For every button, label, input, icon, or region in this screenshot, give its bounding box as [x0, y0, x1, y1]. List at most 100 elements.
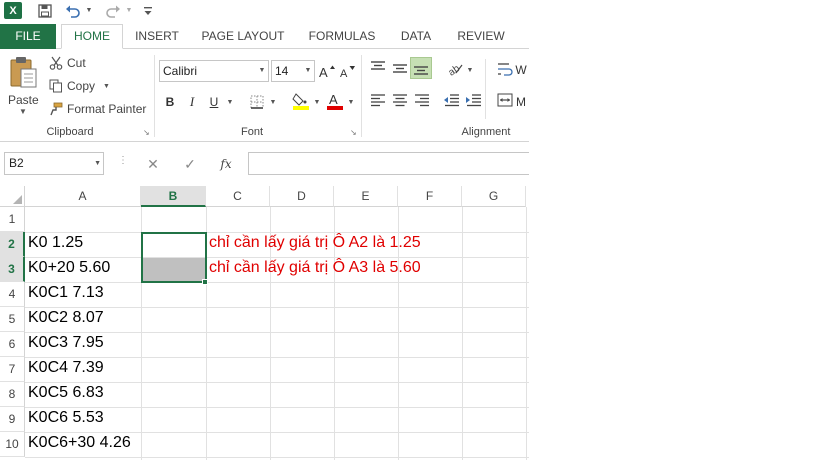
increase-indent-icon[interactable]	[465, 93, 483, 111]
gridline	[25, 332, 529, 333]
cell-a6[interactable]: K0C3 7.95	[25, 334, 104, 352]
decrease-indent-icon[interactable]	[443, 93, 461, 111]
row-header-10[interactable]: 10	[0, 432, 25, 457]
cell-c2[interactable]: chỉ cần lấy giá trị Ô A2 là 1.25	[206, 234, 421, 252]
paste-button[interactable]: Paste	[8, 93, 39, 107]
wrap-text-icon[interactable]	[497, 61, 515, 79]
excel-icon[interactable]: X	[4, 2, 22, 19]
column-header-a[interactable]: A	[25, 186, 141, 207]
tab-file[interactable]: FILE	[0, 24, 56, 49]
gridline	[526, 207, 527, 460]
top-align-icon[interactable]	[369, 59, 387, 77]
orientation-dropdown-icon[interactable]: ▼	[464, 60, 474, 80]
font-color-dropdown-icon[interactable]: ▼	[345, 92, 355, 112]
font-name-dropdown-icon[interactable]: ▼	[256, 61, 268, 81]
grow-font-icon[interactable]: A	[319, 61, 335, 81]
column-header-f[interactable]: F	[398, 186, 462, 207]
cell-a10[interactable]: K0C6+30 4.26	[25, 434, 131, 452]
shrink-font-icon[interactable]: A	[339, 61, 355, 81]
redo-icon[interactable]	[104, 2, 122, 19]
row-header-8[interactable]: 8	[0, 382, 25, 407]
tab-insert[interactable]: INSERT	[130, 25, 184, 49]
cell-a8[interactable]: K0C5 6.83	[25, 384, 104, 402]
paste-dropdown-icon[interactable]: ▼	[19, 107, 27, 116]
customize-icon[interactable]	[142, 2, 154, 19]
orientation-icon[interactable]: ab	[446, 59, 464, 79]
cut-button[interactable]: Cut	[48, 54, 86, 72]
underline-dropdown-icon[interactable]: ▼	[224, 92, 234, 112]
tab-review[interactable]: REVIEW	[451, 25, 511, 49]
name-box[interactable]: B2 ▼	[4, 152, 104, 175]
paste-icon[interactable]	[8, 55, 38, 89]
font-launcher-icon[interactable]: ↘	[350, 129, 358, 137]
tab-home[interactable]: HOME	[61, 24, 123, 49]
font-size-select[interactable]: 14 ▼	[271, 60, 315, 82]
cell-a9[interactable]: K0C6 5.53	[25, 409, 104, 427]
selection-range[interactable]	[141, 232, 207, 283]
font-name-select[interactable]: Calibri ▼	[159, 60, 269, 82]
redo-dropdown-icon[interactable]: ▼	[124, 2, 134, 19]
clipboard-launcher-icon[interactable]: ↘	[143, 129, 151, 137]
gridline	[25, 432, 529, 433]
tab-data[interactable]: DATA	[392, 25, 440, 49]
gridline	[25, 282, 529, 283]
merge-center-icon[interactable]	[497, 93, 515, 111]
align-right-icon[interactable]	[413, 93, 431, 111]
name-box-dropdown-icon[interactable]: ▼	[94, 153, 101, 174]
italic-button[interactable]: I	[184, 92, 200, 112]
row-header-2[interactable]: 2	[0, 232, 25, 257]
underline-button[interactable]: U	[206, 92, 222, 112]
undo-dropdown-icon[interactable]: ▼	[84, 2, 94, 19]
cell-a2[interactable]: K0 1.25	[25, 234, 83, 252]
format-painter-button[interactable]: Format Painter	[48, 100, 146, 118]
row-header-4[interactable]: 4	[0, 282, 25, 307]
cell-c3[interactable]: chỉ cần lấy giá trị Ô A3 là 5.60	[206, 259, 421, 277]
row-header-5[interactable]: 5	[0, 307, 25, 332]
bottom-align-icon[interactable]	[410, 57, 432, 79]
select-all-button[interactable]	[0, 186, 25, 207]
fill-handle[interactable]	[202, 279, 208, 285]
column-header-g[interactable]: G	[462, 186, 526, 207]
row-header-1[interactable]: 1	[0, 207, 25, 232]
row-header-6[interactable]: 6	[0, 332, 25, 357]
save-icon[interactable]	[36, 2, 54, 19]
bold-button[interactable]: B	[162, 92, 178, 112]
row-header-7[interactable]: 7	[0, 357, 25, 382]
ribbon-tabs: FILE HOME INSERT PAGE LAYOUT FORMULAS DA…	[0, 22, 529, 49]
cell-a4[interactable]: K0C1 7.13	[25, 284, 104, 302]
fill-color-dropdown-icon[interactable]: ▼	[311, 92, 321, 112]
copy-icon	[48, 78, 64, 94]
cancel-icon[interactable]: ✕	[143, 154, 163, 174]
font-color-icon[interactable]: A	[326, 91, 344, 111]
align-left-icon[interactable]	[369, 93, 387, 111]
copy-dropdown-icon[interactable]: ▼	[103, 83, 110, 90]
cell-a3[interactable]: K0+20 5.60	[25, 259, 110, 277]
copy-label: Copy	[67, 79, 96, 93]
tab-formulas[interactable]: FORMULAS	[303, 25, 381, 49]
fill-color-icon[interactable]	[292, 91, 310, 111]
tab-page-layout[interactable]: PAGE LAYOUT	[194, 25, 292, 49]
column-header-d[interactable]: D	[270, 186, 334, 207]
align-center-icon[interactable]	[391, 93, 409, 111]
borders-dropdown-icon[interactable]: ▼	[267, 92, 277, 112]
borders-icon[interactable]	[249, 92, 265, 112]
insert-function-button[interactable]: fx	[216, 154, 236, 174]
cell-a7[interactable]: K0C4 7.39	[25, 359, 104, 377]
wrap-text-button[interactable]: W	[514, 60, 528, 80]
row-header-3[interactable]: 3	[0, 257, 25, 282]
enter-icon[interactable]: ✓	[180, 154, 200, 174]
formula-input[interactable]	[248, 152, 529, 175]
column-header-b[interactable]: B	[141, 186, 206, 207]
cell-a5[interactable]: K0C2 8.07	[25, 309, 104, 327]
undo-icon[interactable]	[64, 2, 82, 19]
column-header-c[interactable]: C	[206, 186, 270, 207]
font-name-value: Calibri	[163, 64, 198, 78]
row-header-9[interactable]: 9	[0, 407, 25, 432]
merge-center-button[interactable]: M	[514, 92, 528, 112]
worksheet-grid[interactable]: A B C D E F G 1 2 3 4 5 6 7 8 9 10 K0 1.…	[0, 186, 529, 460]
font-size-dropdown-icon[interactable]: ▼	[302, 61, 314, 81]
copy-button[interactable]: Copy ▼	[48, 77, 110, 95]
formula-bar-resize-handle[interactable]: ⋮	[118, 155, 128, 166]
column-header-e[interactable]: E	[334, 186, 398, 207]
middle-align-icon[interactable]	[391, 59, 409, 77]
